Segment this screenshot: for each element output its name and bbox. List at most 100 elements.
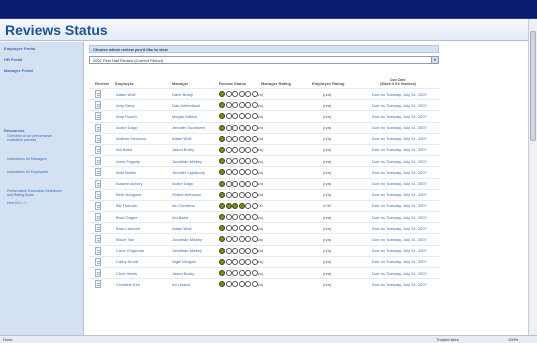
scrollbar-thumb[interactable]	[530, 31, 536, 141]
manager-link[interactable]: Adam Wolf	[172, 136, 192, 141]
due-date-link[interactable]: Due on Tuesday, July 31, 2007	[372, 237, 427, 242]
due-date-link[interactable]: Due on Tuesday, July 31, 2007	[372, 282, 427, 287]
manager-link[interactable]: Ani Baira	[172, 215, 188, 220]
document-icon[interactable]	[95, 280, 101, 289]
document-icon[interactable]	[95, 213, 101, 222]
table-row[interactable]: Ani Baira Jason Burby (n/a) (n/a) Due on Tue…	[89, 143, 439, 155]
document-icon[interactable]	[95, 179, 101, 188]
chevron-down-icon[interactable]: ▾	[431, 57, 438, 63]
table-row[interactable]: Chris Harris Jason Burby (n/a) (n/a) Due on …	[89, 267, 439, 278]
manager-link[interactable]: Andre Dapp	[172, 181, 193, 186]
table-row[interactable]: Autumn Arbury Andre Dapp (n/a) (n/a) Due on …	[89, 177, 439, 189]
document-icon[interactable]	[95, 134, 101, 143]
table-row[interactable]: Andre Dapp Jennifer Southwell (n/a) (n/a) Du…	[89, 121, 439, 133]
employee-link[interactable]: Autumn Arbury	[116, 181, 142, 186]
manager-link[interactable]: Sharie Anthuson	[172, 192, 201, 197]
manager-link[interactable]: Ira Leland	[172, 282, 190, 287]
resource-link-how-do-i[interactable]: How Do I...?	[7, 201, 67, 205]
document-icon[interactable]	[95, 112, 101, 121]
employee-link[interactable]: Andre Dapp	[116, 125, 137, 130]
due-date-link[interactable]: Due on Tuesday, July 31, 2007	[372, 192, 427, 197]
manager-link[interactable]: Adam Wolf	[172, 226, 192, 231]
table-row[interactable]: Adam Wolf Dave Brady (n/a) (n/a) Due on Tues…	[89, 88, 439, 99]
due-date-link[interactable]: Due on Tuesday, July 31, 2007	[372, 92, 427, 97]
table-row[interactable]: Cathy Arnott Nigel Morgan (n/a) (n/a) Due on…	[89, 255, 439, 267]
vertical-scrollbar[interactable]	[528, 19, 537, 335]
column-header-review[interactable]: Review	[95, 81, 109, 86]
manager-link[interactable]: Jennifer Lightbody	[172, 170, 205, 175]
resource-link-rating-scale[interactable]: Performance Evaluation Definitions and R…	[7, 189, 67, 197]
due-date-link[interactable]: Due on Tuesday, July 31, 2007	[372, 203, 427, 208]
due-date-link[interactable]: Due on Tuesday, July 31, 2007	[372, 226, 427, 231]
table-row[interactable]: Brad Lambert Adam Wolf (n/a) (n/a) Due on Tu…	[89, 222, 439, 233]
document-icon[interactable]	[95, 190, 101, 199]
manager-link[interactable]: Jonathan Mickey	[172, 248, 202, 253]
due-date-link[interactable]: Due on Tuesday, July 31, 2007	[372, 248, 427, 253]
due-date-link[interactable]: Due on Tuesday, July 31, 2007	[372, 271, 427, 276]
due-date-link[interactable]: Due on Tuesday, July 31, 2007	[372, 136, 427, 141]
employee-link[interactable]: Amy Roach	[116, 114, 137, 119]
due-date-link[interactable]: Due on Tuesday, July 31, 2007	[372, 181, 427, 186]
document-icon[interactable]	[95, 168, 101, 177]
due-date-link[interactable]: Due on Tuesday, July 31, 2007	[372, 170, 427, 175]
sidebar-item-employee-portal[interactable]: Employee Portal	[4, 46, 35, 51]
employee-link[interactable]: Cathy Arnott	[116, 259, 138, 264]
column-header-employee[interactable]: Employee	[115, 81, 134, 86]
document-icon[interactable]	[95, 157, 101, 166]
table-row[interactable]: Brad Gagne Ani Baira (n/a) (n/a) Due on Tues…	[89, 211, 439, 222]
manager-link[interactable]: Jonathan Mickey	[172, 159, 202, 164]
resource-link-instructions-employees[interactable]: Instructions for Employees	[7, 170, 67, 174]
table-row[interactable]: Christine Kim Ira Leland (n/a) (n/a) Due on …	[89, 278, 439, 289]
employee-link[interactable]: Adam Wolf	[116, 92, 136, 97]
manager-link[interactable]: Dan Kellenbach	[172, 103, 200, 108]
due-date-link[interactable]: Due on Tuesday, July 31, 2007	[372, 125, 427, 130]
document-icon[interactable]	[95, 201, 101, 210]
table-row[interactable]: Beth Nougoue Sharie Anthuson (n/a) (n/a) Due…	[89, 188, 439, 200]
employee-link[interactable]: Beth Nougoue	[116, 192, 142, 197]
column-header-manager[interactable]: Manager	[172, 81, 188, 86]
document-icon[interactable]	[95, 145, 101, 154]
manager-link[interactable]: Ian Clemens	[172, 203, 194, 208]
resource-link-overview[interactable]: Overview of our performance evaluation p…	[7, 134, 67, 142]
table-row[interactable]: Carol Chapman Jonathan Mickey (n/a) (n/a) Du…	[89, 244, 439, 256]
employee-link[interactable]: Arnie Fogarty	[116, 159, 140, 164]
document-icon[interactable]	[95, 123, 101, 132]
document-icon[interactable]	[95, 269, 101, 277]
table-row[interactable]: Bill Thomas Ian Clemens 3.00 4.00 Due on Tue…	[89, 199, 439, 211]
manager-link[interactable]: Nigel Morgan	[172, 259, 196, 264]
review-period-select[interactable]: 2007 First Half Review (Current Period) …	[89, 56, 439, 64]
resource-link-instructions-managers[interactable]: Instructions for Managers	[7, 157, 67, 161]
document-icon[interactable]	[95, 246, 101, 255]
due-date-link[interactable]: Due on Tuesday, July 31, 2007	[372, 114, 427, 119]
employee-link[interactable]: Bruce Yan	[116, 237, 134, 242]
table-row[interactable]: Amy Daoy Dan Kellenbach (n/a) (n/a) Due on T…	[89, 99, 439, 110]
manager-link[interactable]: Jennifer Southwell	[172, 125, 205, 130]
column-header-due-date[interactable]: Due Date (Black if it's finalized)	[368, 78, 428, 86]
manager-link[interactable]: Megan Millard	[172, 114, 197, 119]
document-icon[interactable]	[95, 235, 101, 244]
due-date-link[interactable]: Due on Tuesday, July 31, 2007	[372, 259, 427, 264]
column-header-review-status[interactable]: Review Status	[219, 81, 246, 86]
table-row[interactable]: Ariel Martin Jennifer Lightbody (n/a) (n/a)…	[89, 166, 439, 177]
employee-link[interactable]: Ariel Martin	[116, 170, 136, 175]
document-icon[interactable]	[95, 224, 101, 233]
table-row[interactable]: Amy Roach Megan Millard (n/a) (n/a) Due on T…	[89, 110, 439, 121]
manager-link[interactable]: Jonathan Mickey	[172, 237, 202, 242]
employee-link[interactable]: Ani Baira	[116, 147, 132, 152]
column-header-employee-rating[interactable]: Employee Rating	[312, 81, 344, 86]
document-icon[interactable]	[95, 101, 101, 110]
employee-link[interactable]: Brad Lambert	[116, 226, 140, 231]
employee-link[interactable]: Bill Thomas	[116, 203, 137, 208]
sidebar-item-hr-portal[interactable]: HR Portal	[4, 57, 22, 62]
table-row[interactable]: Andrew Hencock Adam Wolf (n/a) (n/a) Due on …	[89, 132, 439, 144]
column-header-manager-rating[interactable]: Manager Rating	[261, 81, 291, 86]
employee-link[interactable]: Amy Daoy	[116, 103, 134, 108]
employee-link[interactable]: Brad Gagne	[116, 215, 138, 220]
due-date-link[interactable]: Due on Tuesday, July 31, 2007	[372, 147, 427, 152]
manager-link[interactable]: Jason Burby	[172, 147, 194, 152]
manager-link[interactable]: Dave Brady	[172, 92, 193, 97]
employee-link[interactable]: Andrew Hencock	[116, 136, 146, 141]
manager-link[interactable]: Jason Burby	[172, 271, 194, 276]
employee-link[interactable]: Christine Kim	[116, 282, 140, 287]
due-date-link[interactable]: Due on Tuesday, July 31, 2007	[372, 159, 427, 164]
